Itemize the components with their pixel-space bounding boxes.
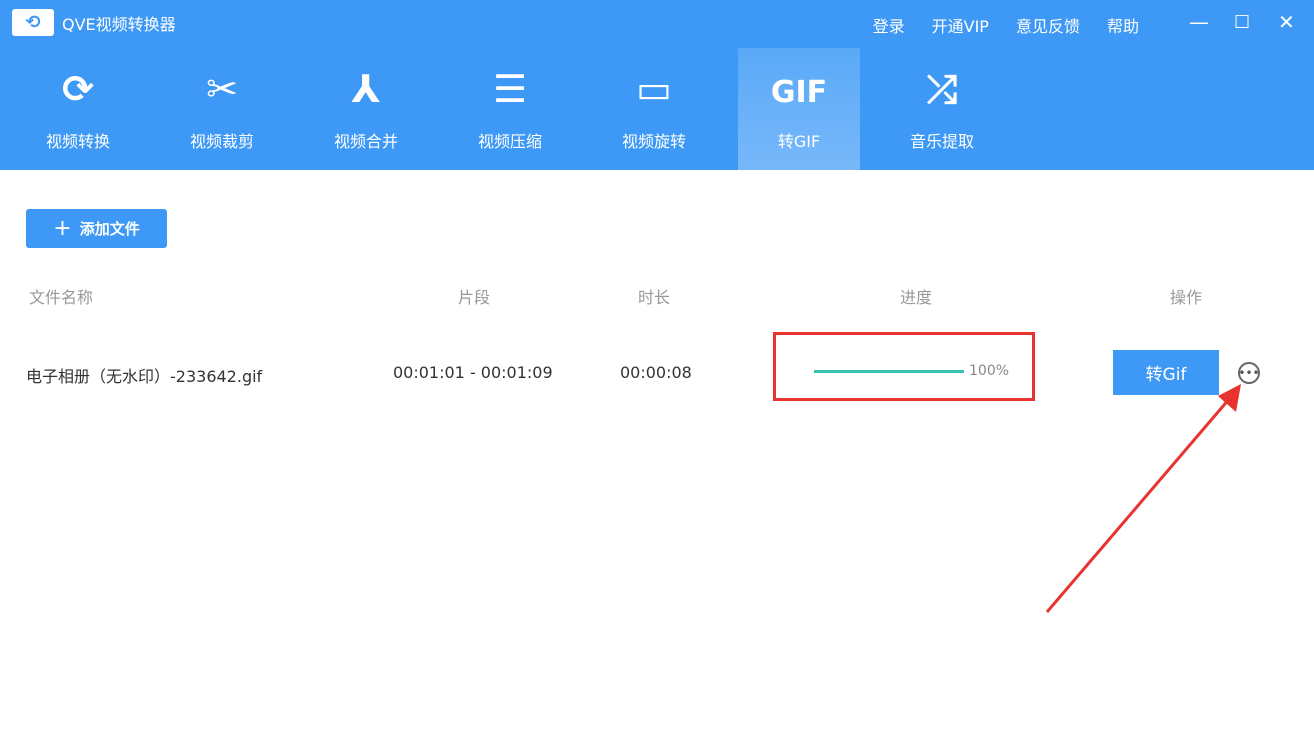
annotation-arrow [1045,384,1241,613]
